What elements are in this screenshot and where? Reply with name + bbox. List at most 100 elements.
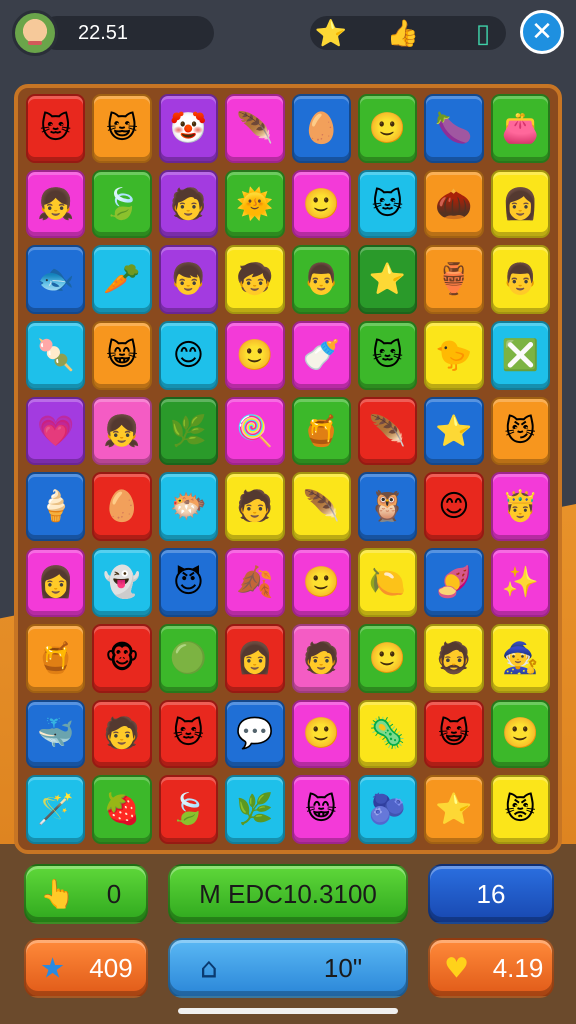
tile-person-face[interactable]: 🧔 <box>424 623 484 693</box>
tile-person-face[interactable]: 🧙 <box>490 623 550 693</box>
tile-person-face[interactable]: 😊 <box>158 321 219 390</box>
tile-cat-face[interactable]: 🐱 <box>158 699 219 769</box>
tile-person-face[interactable]: 👧 <box>26 169 86 239</box>
lives-count: 4.19 <box>492 952 544 983</box>
tile-person-face[interactable]: 👩 <box>225 623 285 693</box>
tile-cat-face[interactable]: 🐱 <box>357 169 418 239</box>
lives-button[interactable]: ♥ 4.19 <box>428 938 554 998</box>
card-icon[interactable]: ▯ <box>466 16 500 50</box>
tile-heart[interactable]: 💗 <box>26 396 86 466</box>
tile-star[interactable]: ⭐ <box>424 396 484 466</box>
tile-person-face[interactable]: 🧒 <box>225 245 285 315</box>
tile-carrot[interactable]: 🥕 <box>92 245 152 315</box>
tile-person-face[interactable]: 🤴 <box>490 472 550 542</box>
home-indicator[interactable] <box>178 1008 398 1014</box>
tile-leaf[interactable]: 🍂 <box>225 548 285 617</box>
tile-clown-face[interactable]: 🤡 <box>158 94 219 163</box>
tile-bug[interactable]: 🦠 <box>357 699 418 769</box>
tile-lollipop[interactable]: 🍭 <box>225 396 285 466</box>
tile-whale[interactable]: 🐳 <box>26 699 86 769</box>
tile-bottle[interactable]: 🍼 <box>291 321 351 390</box>
tile-person-face[interactable]: 🙂 <box>291 699 351 769</box>
tile-blue-person-face[interactable]: 🙂 <box>291 169 351 239</box>
tile-cat-face[interactable]: 😺 <box>92 94 152 163</box>
tile-egg[interactable]: 🥚 <box>291 94 351 163</box>
star-icon: ★ <box>40 951 66 985</box>
tile-person-face[interactable]: 🧑 <box>291 623 351 693</box>
tile-feather[interactable]: 🪶 <box>357 396 418 466</box>
tile-green-face[interactable]: 🙂 <box>357 623 418 693</box>
tile-leaf[interactable]: 🌿 <box>225 775 285 844</box>
tile-person-face[interactable]: 🧑 <box>92 699 152 769</box>
tile-berry[interactable]: 🫐 <box>357 775 418 844</box>
tile-monkey-face[interactable]: 🐵 <box>92 623 152 693</box>
tile-radish[interactable]: 🍠 <box>424 548 484 617</box>
tile-leaf[interactable]: 🍃 <box>158 775 219 844</box>
tile-person-face[interactable]: 🧑 <box>225 472 285 542</box>
tile-strawberry[interactable]: 🍓 <box>92 775 152 844</box>
tile-person-face[interactable]: 👧 <box>92 396 152 466</box>
tile-chick[interactable]: 🐤 <box>424 321 484 390</box>
tile-honey-pot[interactable]: 🍯 <box>26 623 86 693</box>
stars-button[interactable]: ★ 409 <box>24 938 148 998</box>
tile-person-face[interactable]: 👨 <box>490 245 550 315</box>
tile-green-face[interactable]: 🟢 <box>158 623 219 693</box>
tile-egg[interactable]: 🥚 <box>92 472 152 542</box>
tile-eggplant[interactable]: 🍆 <box>424 94 484 163</box>
level-button[interactable]: 16 <box>428 864 554 924</box>
tile-lemon[interactable]: 🍋 <box>357 548 418 617</box>
star-icon[interactable]: ⭐ <box>314 16 348 50</box>
tile-cat-face[interactable]: 😸 <box>291 775 351 844</box>
score-display: 22.51 <box>40 16 214 50</box>
tile-radish[interactable]: 🌰 <box>424 169 484 239</box>
tile-fish[interactable]: 🐟 <box>26 245 86 315</box>
tile-popsicle[interactable]: 🍡 <box>26 321 86 390</box>
hand-icon[interactable]: 👍 <box>386 16 420 50</box>
tile-cross-box[interactable]: ❎ <box>490 321 550 390</box>
tile-leaf[interactable]: 🌿 <box>158 396 219 466</box>
tile-cat-face[interactable]: 🐱 <box>357 321 418 390</box>
tile-person-face[interactable]: 🧑 <box>158 169 219 239</box>
player-avatar[interactable] <box>12 10 58 56</box>
person-face-icon: 🤴 <box>501 489 539 525</box>
tile-fish-face[interactable]: 🐡 <box>158 472 219 542</box>
tile-cat-face[interactable]: 😺 <box>424 699 484 769</box>
tile-speech-bubble[interactable]: 💬 <box>225 699 285 769</box>
home-button[interactable]: ⌂ 10" <box>168 938 408 998</box>
tile-green-leaf[interactable]: 🍃 <box>92 169 152 239</box>
tile-pink-bag[interactable]: 👛 <box>490 94 550 163</box>
tile-feather[interactable]: 🪶 <box>225 94 285 163</box>
person-face-icon: 👨 <box>302 262 340 298</box>
tile-person-face[interactable]: 🙂 <box>291 548 351 617</box>
tile-ghost-face[interactable]: 👻 <box>92 548 152 617</box>
tile-beehive[interactable]: 🍯 <box>291 396 351 466</box>
tile-purple-face[interactable]: 😈 <box>158 548 219 617</box>
tile-orange-cat-face[interactable]: 🐱 <box>26 94 86 163</box>
egg-icon: 🥚 <box>103 489 141 525</box>
tile-star[interactable]: ⭐ <box>357 245 418 315</box>
tile-feather[interactable]: 🪶 <box>291 472 351 542</box>
tile-cat-face[interactable]: 😸 <box>92 321 152 390</box>
cat-face-icon: 😸 <box>305 792 337 828</box>
tile-star[interactable]: ⭐ <box>424 775 484 844</box>
tile-cat-face[interactable]: 😼 <box>490 396 550 466</box>
tile-person-face[interactable]: 👩 <box>490 169 550 239</box>
tile-owl[interactable]: 🦉 <box>357 472 418 542</box>
tile-sun-face[interactable]: 🌞 <box>225 169 285 239</box>
tile-round-face[interactable]: 🙂 <box>490 699 550 769</box>
close-button[interactable]: ✕ <box>520 10 564 54</box>
tile-person-face[interactable]: 👦 <box>158 245 219 315</box>
mode-button[interactable]: M EDC10.3100 <box>168 864 408 924</box>
tile-person-face[interactable]: 👩 <box>26 548 86 617</box>
tile-pot[interactable]: 🏺 <box>424 245 484 315</box>
tile-wand[interactable]: 🪄 <box>26 775 86 844</box>
tile-person-face[interactable]: 👨 <box>291 245 351 315</box>
tile-ice-cream[interactable]: 🍦 <box>26 472 86 542</box>
hint-button[interactable]: 👆 0 <box>24 864 148 924</box>
person-face-icon: 🧑 <box>103 716 141 752</box>
tile-person-face[interactable]: 🙂 <box>357 94 418 163</box>
tile-smiley-face[interactable]: 😊 <box>424 472 484 542</box>
tile-cat-face[interactable]: 😾 <box>490 775 550 844</box>
tile-person-face[interactable]: 🙂 <box>225 321 285 390</box>
tile-star[interactable]: ✨ <box>490 548 550 617</box>
